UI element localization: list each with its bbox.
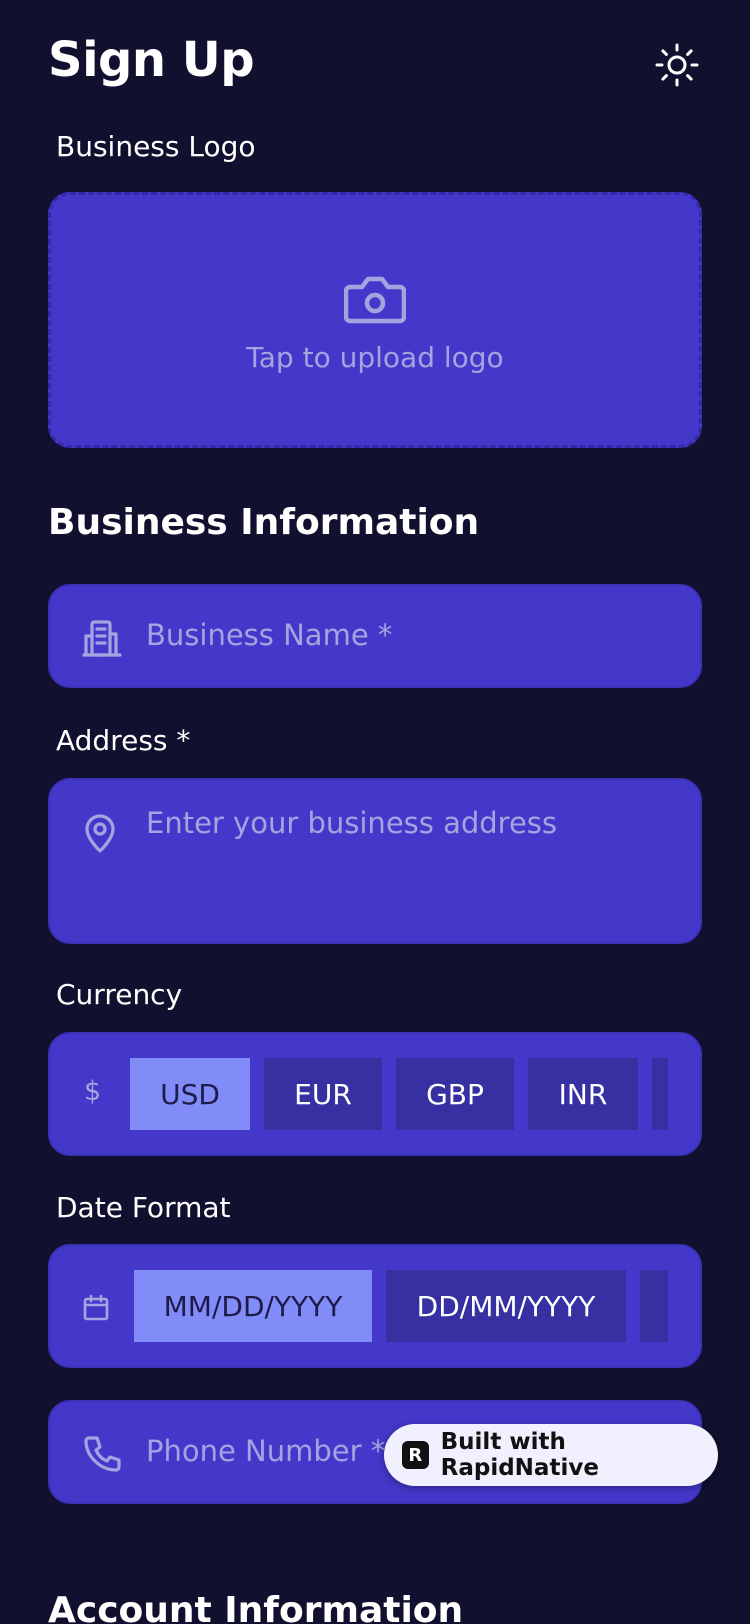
map-pin-icon (85, 814, 115, 853)
date-format-label: Date Format (56, 1191, 231, 1224)
phone-number-placeholder: Phone Number * (146, 1434, 386, 1468)
business-information-heading: Business Information (48, 502, 480, 543)
page-title: Sign Up (48, 32, 255, 88)
dollar-icon: $ (84, 1076, 102, 1107)
built-with-rapidnative-badge[interactable]: R Built with RapidNative (384, 1424, 718, 1486)
address-placeholder: Enter your business address (146, 806, 558, 840)
signup-screen: Sign Up Business Logo Tap to upload logo… (0, 0, 750, 1624)
currency-options: USD EUR GBP INR (130, 1058, 668, 1130)
building-icon (82, 620, 122, 657)
currency-selector: $ USD EUR GBP INR (48, 1032, 702, 1156)
business-name-field[interactable]: Business Name * (48, 584, 702, 688)
date-format-option-mdy[interactable]: MM/DD/YYYY (134, 1270, 372, 1342)
currency-option-more[interactable] (652, 1058, 668, 1130)
business-logo-label: Business Logo (56, 130, 256, 163)
rapidnative-logo-icon: R (402, 1441, 429, 1469)
theme-toggle-button[interactable] (652, 40, 702, 90)
date-format-option-dmy[interactable]: DD/MM/YYYY (386, 1270, 626, 1342)
sun-icon (655, 43, 699, 87)
date-format-option-more[interactable] (640, 1270, 668, 1342)
business-name-placeholder: Business Name * (146, 618, 393, 652)
account-information-heading: Account Information (48, 1590, 464, 1624)
calendar-icon (83, 1294, 109, 1321)
logo-upload-area[interactable]: Tap to upload logo (48, 192, 702, 448)
phone-icon (84, 1436, 121, 1472)
upload-logo-text: Tap to upload logo (246, 340, 504, 374)
currency-label: Currency (56, 978, 183, 1011)
date-format-selector: MM/DD/YYYY DD/MM/YYYY (48, 1244, 702, 1368)
camera-icon (344, 276, 406, 323)
currency-option-eur[interactable]: EUR (264, 1058, 382, 1130)
address-field[interactable]: Enter your business address (48, 778, 702, 944)
currency-option-inr[interactable]: INR (528, 1058, 638, 1130)
badge-text: Built with RapidNative (440, 1429, 599, 1481)
date-format-options: MM/DD/YYYY DD/MM/YYYY (134, 1270, 668, 1342)
address-label: Address * (56, 724, 191, 757)
currency-option-usd[interactable]: USD (130, 1058, 250, 1130)
currency-option-gbp[interactable]: GBP (396, 1058, 514, 1130)
